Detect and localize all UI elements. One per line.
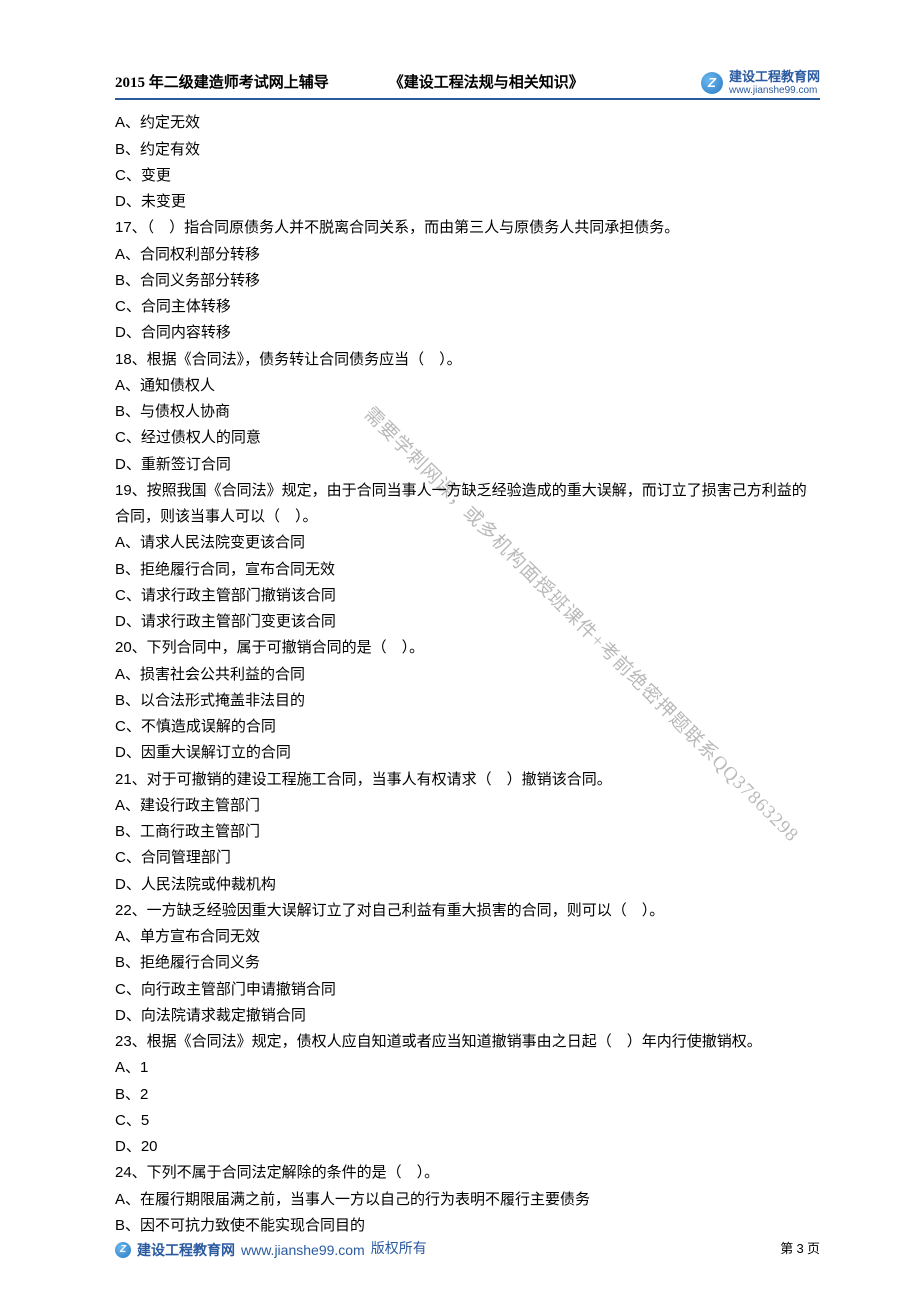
page-prefix: 第 [780,1241,796,1256]
globe-z-icon: Z [701,72,723,94]
book-title: 《建设工程法规与相关知识》 [389,70,584,96]
text-line: 23、根据《合同法》规定，债权人应自知道或者应当知道撤销事由之日起（ ）年内行使… [115,1029,820,1055]
text-line: C、合同主体转移 [115,294,820,320]
text-line: B、以合法形式掩盖非法目的 [115,688,820,714]
text-line: A、请求人民法院变更该合同 [115,530,820,556]
page-footer: Z 建设工程教育网 www.jianshe99.com 版权所有 第 3 页 [115,1238,820,1263]
document-body: A、约定无效 B、约定有效 C、变更 D、未变更 17、（ ）指合同原债务人并不… [115,110,820,1239]
page-number: 第 3 页 [780,1238,820,1261]
text-line: D、20 [115,1134,820,1160]
text-line: C、经过债权人的同意 [115,425,820,451]
logo-cn: 建设工程教育网 [729,70,820,84]
text-line: C、向行政主管部门申请撤销合同 [115,977,820,1003]
text-line: A、1 [115,1055,820,1081]
text-line: A、约定无效 [115,110,820,136]
text-line: 20、下列合同中，属于可撤销合同的是（ ）。 [115,635,820,661]
text-line: A、损害社会公共利益的合同 [115,662,820,688]
page-num-value: 3 [797,1241,804,1256]
globe-z-icon: Z [115,1242,131,1258]
text-line: B、因不可抗力致使不能实现合同目的 [115,1213,820,1239]
text-line: D、合同内容转移 [115,320,820,346]
text-line: 24、下列不属于合同法定解除的条件的是（ ）。 [115,1160,820,1186]
text-line: B、2 [115,1082,820,1108]
text-line: 18、根据《合同法》，债务转让合同债务应当（ ）。 [115,347,820,373]
text-line: C、合同管理部门 [115,845,820,871]
text-line: A、通知债权人 [115,373,820,399]
text-line: 19、按照我国《合同法》规定，由于合同当事人一方缺乏经验造成的重大误解，而订立了… [115,478,820,531]
footer-url: www.jianshe99.com [241,1238,365,1263]
text-line: C、不慎造成误解的合同 [115,714,820,740]
header-logo: Z 建设工程教育网 www.jianshe99.com [701,70,820,95]
footer-copyright: 版权所有 [371,1238,427,1263]
course-title: 2015 年二级建造师考试网上辅导 [115,70,329,96]
text-line: D、重新签订合同 [115,452,820,478]
text-line: D、未变更 [115,189,820,215]
logo-en: www.jianshe99.com [729,85,820,96]
text-line: B、与债权人协商 [115,399,820,425]
text-line: D、请求行政主管部门变更该合同 [115,609,820,635]
text-line: A、单方宣布合同无效 [115,924,820,950]
text-line: D、人民法院或仲裁机构 [115,872,820,898]
page-header: 2015 年二级建造师考试网上辅导 《建设工程法规与相关知识》 Z 建设工程教育… [115,70,820,100]
text-line: C、5 [115,1108,820,1134]
text-line: A、合同权利部分转移 [115,242,820,268]
text-line: D、因重大误解订立的合同 [115,740,820,766]
text-line: C、变更 [115,163,820,189]
page-suffix: 页 [804,1241,820,1256]
text-line: B、拒绝履行合同，宣布合同无效 [115,557,820,583]
text-line: A、建设行政主管部门 [115,793,820,819]
header-left: 2015 年二级建造师考试网上辅导 《建设工程法规与相关知识》 [115,70,584,96]
footer-left: Z 建设工程教育网 www.jianshe99.com 版权所有 [115,1238,427,1263]
text-line: A、在履行期限届满之前，当事人一方以自己的行为表明不履行主要债务 [115,1187,820,1213]
text-line: B、合同义务部分转移 [115,268,820,294]
logo-text: 建设工程教育网 www.jianshe99.com [729,70,820,95]
text-line: 17、（ ）指合同原债务人并不脱离合同关系，而由第三人与原债务人共同承担债务。 [115,215,820,241]
text-line: B、工商行政主管部门 [115,819,820,845]
text-line: B、拒绝履行合同义务 [115,950,820,976]
text-line: 21、对于可撤销的建设工程施工合同，当事人有权请求（ ）撤销该合同。 [115,767,820,793]
footer-site-name: 建设工程教育网 [137,1238,235,1263]
text-line: B、约定有效 [115,137,820,163]
text-line: D、向法院请求裁定撤销合同 [115,1003,820,1029]
text-line: C、请求行政主管部门撤销该合同 [115,583,820,609]
text-line: 22、一方缺乏经验因重大误解订立了对自己利益有重大损害的合同，则可以（ ）。 [115,898,820,924]
